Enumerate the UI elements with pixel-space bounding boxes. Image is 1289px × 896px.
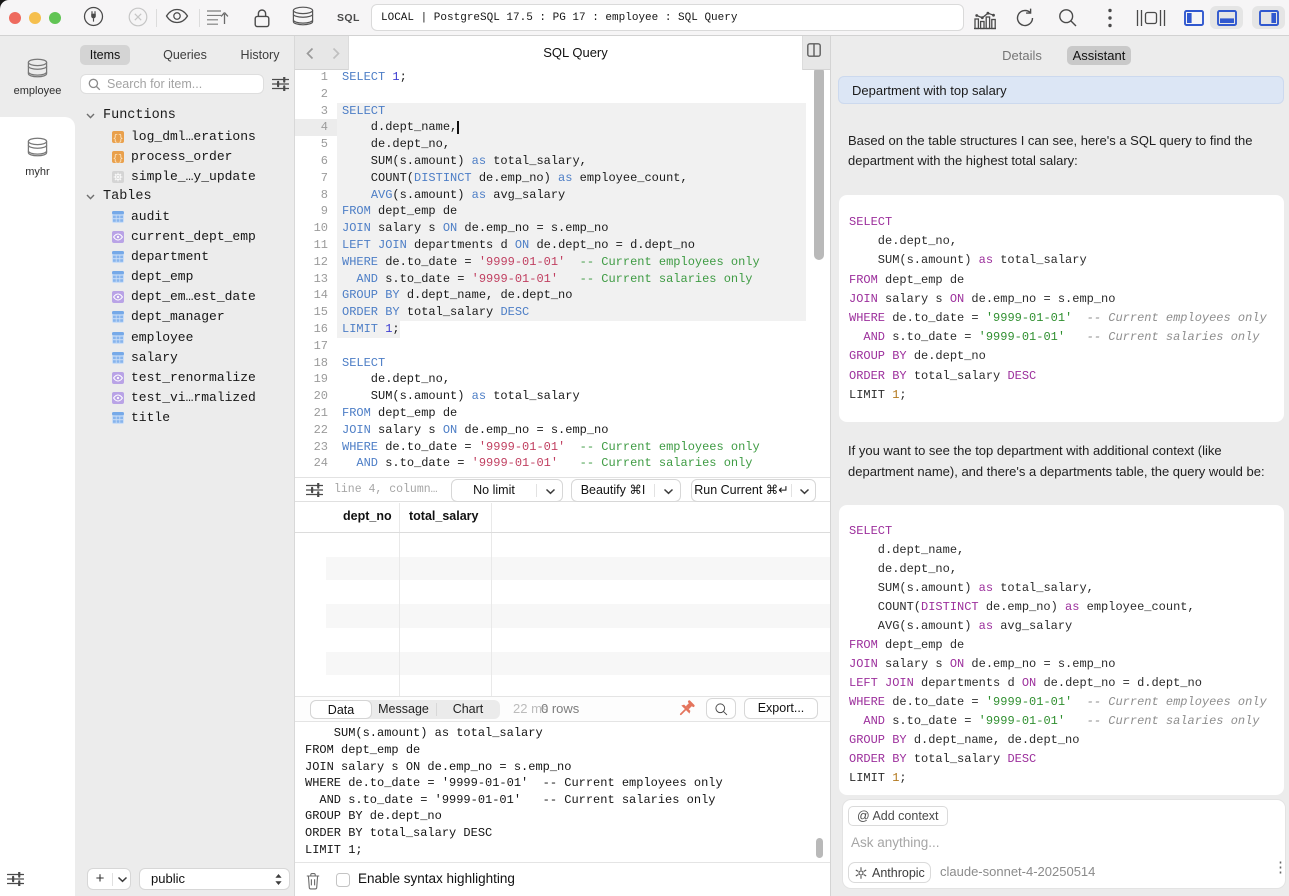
svg-text:{}: {}: [113, 133, 124, 143]
svg-text:{}: {}: [113, 153, 124, 163]
